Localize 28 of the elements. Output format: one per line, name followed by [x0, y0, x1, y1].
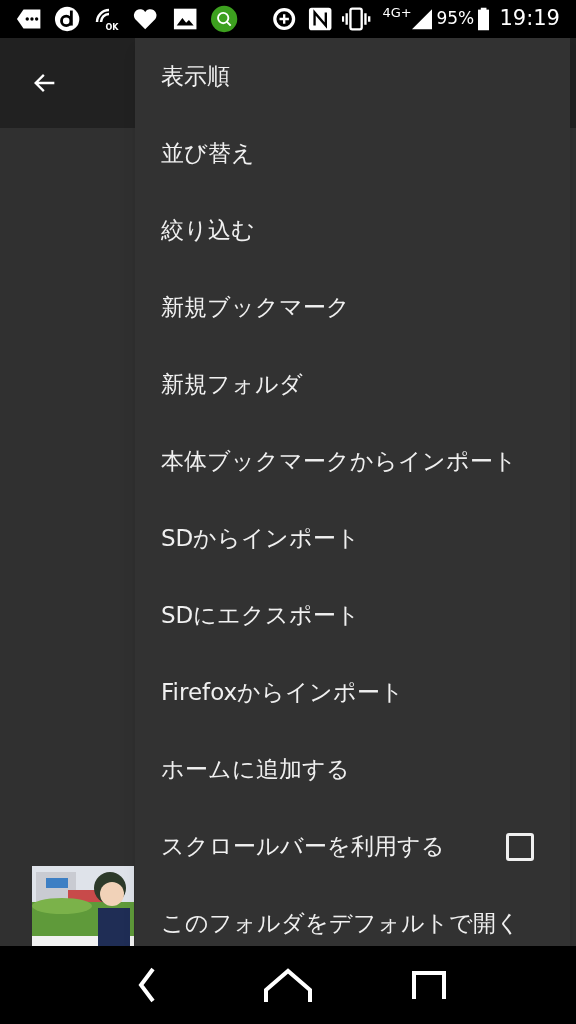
- menu-item[interactable]: 並び替え: [135, 115, 570, 192]
- network-type: 4G+: [382, 4, 412, 22]
- nfc-icon: [307, 6, 333, 32]
- image-icon: [172, 7, 198, 31]
- menu-item[interactable]: 表示順: [135, 38, 570, 115]
- letter-d-icon: [54, 5, 81, 33]
- clock: 19:19: [499, 5, 560, 33]
- menu-item[interactable]: ホームに追加する: [135, 731, 570, 808]
- vibrate-icon: [342, 6, 371, 32]
- menu-item[interactable]: 新規ブックマーク: [135, 269, 570, 346]
- menu-item[interactable]: SDからインポート: [135, 500, 570, 577]
- menu-item[interactable]: 新規フォルダ: [135, 346, 570, 423]
- signal-icon: [411, 8, 433, 30]
- battery-percent: 95%: [436, 7, 475, 31]
- data-saver-icon: [271, 6, 296, 32]
- menu-item[interactable]: 絞り込む: [135, 192, 570, 269]
- menu-item[interactable]: SDにエクスポート: [135, 577, 570, 654]
- menu-item[interactable]: このフォルダをデフォルトで開く: [135, 885, 570, 946]
- search-icon: [211, 5, 238, 33]
- menu-item[interactable]: スクロールバーを利用する: [135, 808, 570, 885]
- heart-icon: [132, 7, 157, 31]
- menu-item[interactable]: 本体ブックマークからインポート: [135, 423, 570, 500]
- message-icon: [16, 8, 43, 30]
- menu-item[interactable]: Firefoxからインポート: [135, 654, 570, 731]
- checkbox[interactable]: [506, 832, 534, 861]
- home-icon: [263, 968, 313, 1002]
- battery-icon: [478, 7, 490, 31]
- chevron-left-icon: [136, 967, 157, 1003]
